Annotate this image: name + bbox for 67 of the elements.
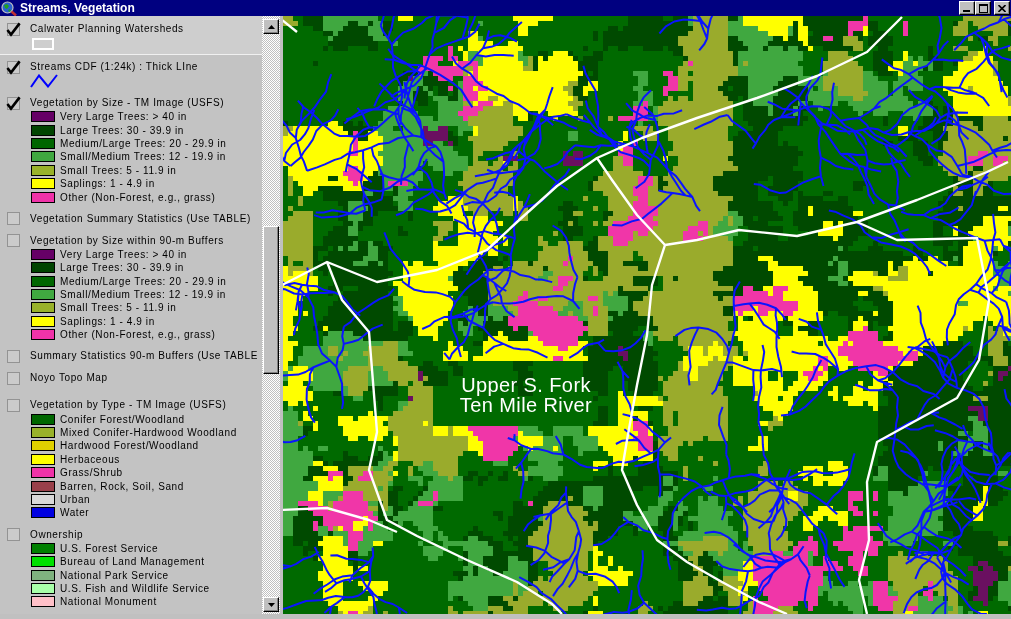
- theme-name[interactable]: Vegetation by Size within 90-m Buffers: [30, 233, 224, 248]
- class-label: Grass/Shrub: [60, 466, 123, 480]
- class-label: Saplings: 1 - 4.9 in: [60, 177, 155, 191]
- class-label: Small/Medium Trees: 12 - 19.9 in: [60, 288, 226, 302]
- checkbox[interactable]: [6, 527, 21, 543]
- close-icon: [998, 4, 1006, 12]
- class-label: Saplings: 1 - 4.9 in: [60, 314, 155, 328]
- scroll-up-button[interactable]: [263, 19, 279, 34]
- theme-name[interactable]: Calwater Planning Watersheds: [30, 22, 184, 36]
- scroll-down-button[interactable]: [263, 597, 279, 612]
- theme-entry[interactable]: Vegetation by Type - TM Image (USFS) Conifer Forest/Woodland Mixed Conifer-Hardwood Woodland Hardwood Forest/Woodland Herbaceous Grass/Shrub Barren, Rock, Soil, Sand Urban Water: [0, 393, 262, 523]
- class-label: Bureau of Land Management: [60, 555, 205, 569]
- map-label: Upper S. Fork Ten Mile River: [459, 375, 593, 415]
- class-label: Small Trees: 5 - 11.9 in: [60, 301, 177, 315]
- class-label: Large Trees: 30 - 39.9 in: [60, 123, 184, 137]
- class-label: National Monument: [60, 595, 157, 609]
- close-button[interactable]: [994, 1, 1010, 15]
- checkbox[interactable]: [6, 397, 21, 413]
- window-title: Streams, Vegetation: [20, 0, 135, 16]
- class-label: Small/Medium Trees: 12 - 19.9 in: [60, 150, 226, 164]
- theme-entry[interactable]: Calwater Planning Watersheds: [0, 16, 262, 55]
- theme-name[interactable]: Vegetation Summary Statistics (Use TABLE): [30, 211, 251, 226]
- class-label: Barren, Rock, Soil, Sand: [60, 479, 184, 493]
- class-label: Other (Non-Forest, e.g., grass): [60, 328, 216, 342]
- zigzag-line-icon: [30, 74, 58, 88]
- checkbox[interactable]: [6, 211, 21, 227]
- class-label: Hardwood Forest/Woodland: [60, 439, 199, 453]
- class-label: Conifer Forest/Woodland: [60, 412, 185, 426]
- theme-name[interactable]: Noyo Topo Map: [30, 371, 108, 386]
- class-label: U.S. Fish and Wildlife Service: [60, 581, 210, 595]
- rectangle-outline-icon: [32, 38, 54, 50]
- checkbox[interactable]: [6, 233, 21, 249]
- theme-entry[interactable]: Noyo Topo Map: [0, 366, 262, 394]
- theme-name[interactable]: Vegetation by Type - TM Image (USFS): [30, 398, 227, 413]
- class-label: Very Large Trees: > 40 in: [60, 247, 187, 261]
- class-label: Medium/Large Trees: 20 - 29.9 in: [60, 136, 227, 150]
- down-arrow-icon: [267, 602, 275, 607]
- up-arrow-icon: [267, 24, 275, 29]
- maximize-icon: [978, 3, 988, 13]
- theme-name[interactable]: Ownership: [30, 527, 84, 542]
- class-label: Very Large Trees: > 40 in: [60, 110, 187, 124]
- theme-entry[interactable]: Vegetation Summary Statistics (Use TABLE): [0, 206, 262, 229]
- class-label: Large Trees: 30 - 39.9 in: [60, 261, 184, 275]
- class-label: National Park Service: [60, 568, 169, 582]
- theme-name[interactable]: Vegetation by Size - TM Image (USFS): [30, 96, 225, 110]
- class-label: U.S. Forest Service: [60, 541, 159, 555]
- checkbox[interactable]: [6, 59, 21, 75]
- theme-entry[interactable]: Streams CDF (1:24k) : Thick LIne: [0, 55, 262, 91]
- class-label: Mixed Conifer-Hardwood Woodland: [60, 426, 237, 440]
- scrollbar-track[interactable]: [262, 16, 280, 614]
- class-label: Urban: [60, 493, 91, 506]
- class-label: Medium/Large Trees: 20 - 29.9 in: [60, 274, 227, 288]
- checkbox[interactable]: [6, 348, 21, 364]
- class-label: Small Trees: 5 - 11.9 in: [60, 163, 177, 177]
- checkbox[interactable]: [6, 21, 21, 37]
- theme-entry[interactable]: Ownership U.S. Forest Service Bureau of Land Management National Park Service U.S. Fish and Wildlife Service National Monument: [0, 522, 262, 612]
- class-label: Other (Non-Forest, e.g., grass): [60, 190, 216, 204]
- checkbox[interactable]: [6, 95, 21, 111]
- class-label: Herbaceous: [60, 452, 120, 466]
- theme-entry[interactable]: Summary Statistics 90-m Buffers (Use TABLE: [0, 344, 262, 367]
- theme-name[interactable]: Summary Statistics 90-m Buffers (Use TABLE: [30, 349, 259, 364]
- checkbox[interactable]: [6, 370, 21, 386]
- minimize-button[interactable]: [959, 1, 975, 15]
- class-label: Water: [60, 506, 90, 520]
- maximize-button[interactable]: [975, 1, 991, 15]
- scrollbar-thumb[interactable]: [263, 226, 279, 374]
- theme-name[interactable]: Streams CDF (1:24k) : Thick LIne: [30, 60, 198, 74]
